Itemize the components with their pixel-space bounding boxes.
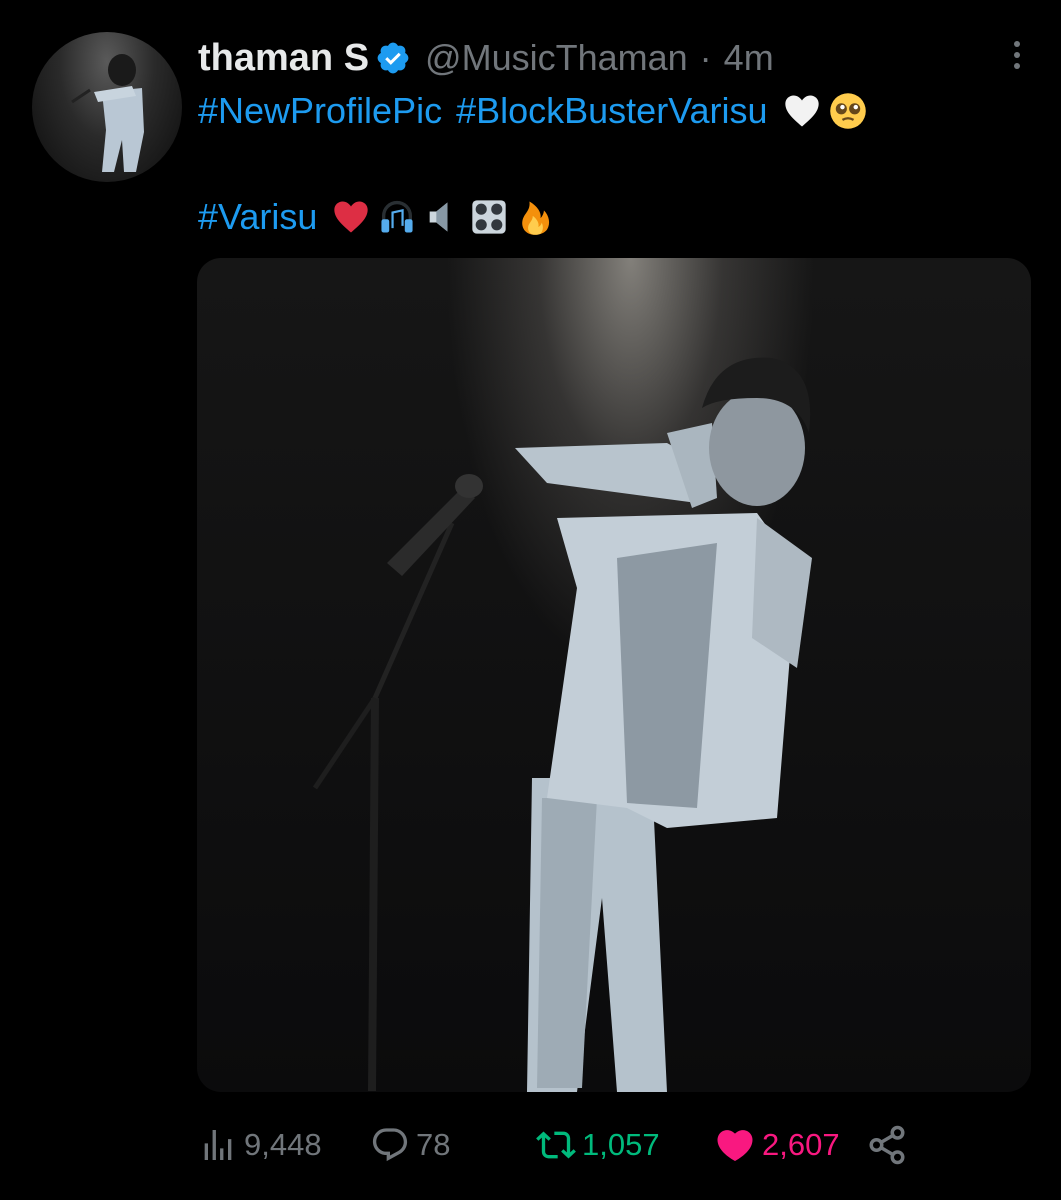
fire-icon xyxy=(522,201,550,235)
more-options-icon[interactable] xyxy=(1005,36,1029,76)
author-name[interactable]: thaman S xyxy=(198,37,369,80)
like-button[interactable]: 2,607 xyxy=(714,1124,866,1166)
share-icon xyxy=(869,1125,905,1165)
speaker-low-volume-icon xyxy=(430,202,448,232)
retweet-count: 1,057 xyxy=(582,1127,660,1162)
tweet-text-line-1: #NewProfilePic #BlockBusterVarisu xyxy=(198,86,874,136)
reply-count: 78 xyxy=(416,1127,451,1162)
tweet-text-line-2: #Varisu xyxy=(198,192,561,242)
views-count: 9,448 xyxy=(244,1127,322,1162)
like-count: 2,607 xyxy=(762,1127,840,1162)
verified-badge-icon xyxy=(377,42,409,74)
white-heart-icon xyxy=(784,95,819,127)
headphones-icon xyxy=(381,200,413,233)
share-button[interactable] xyxy=(866,1124,914,1166)
control-knobs-icon xyxy=(472,200,507,234)
tweet-action-bar: 9,448 78 1,057 2,607 xyxy=(198,1118,1021,1172)
hashtag-blockbustervarisu[interactable]: #BlockBusterVarisu xyxy=(456,90,767,132)
views-button[interactable]: 9,448 xyxy=(198,1125,370,1165)
heart-filled-icon xyxy=(717,1130,753,1162)
retweet-button[interactable]: 1,057 xyxy=(536,1125,714,1165)
analytics-icon xyxy=(204,1130,232,1160)
hashtag-varisu[interactable]: #Varisu xyxy=(198,196,317,238)
hashtag-newprofilepic[interactable]: #NewProfilePic xyxy=(198,90,442,132)
tweet-header: thaman S @MusicThaman · 4m xyxy=(198,30,991,86)
photo-performer-with-microphone xyxy=(312,357,812,1092)
author-handle[interactable]: @MusicThaman xyxy=(425,37,688,79)
avatar-image xyxy=(71,54,144,172)
retweet-icon xyxy=(536,1131,576,1159)
reply-icon xyxy=(372,1128,408,1162)
author-avatar[interactable] xyxy=(32,32,182,182)
tweet-timestamp[interactable]: 4m xyxy=(724,37,774,79)
pleading-face-icon xyxy=(829,93,866,129)
reply-button[interactable]: 78 xyxy=(370,1125,536,1165)
red-heart-icon xyxy=(334,201,369,233)
meta-separator: · xyxy=(699,37,712,78)
tweet-media-image[interactable] xyxy=(197,258,1031,1092)
